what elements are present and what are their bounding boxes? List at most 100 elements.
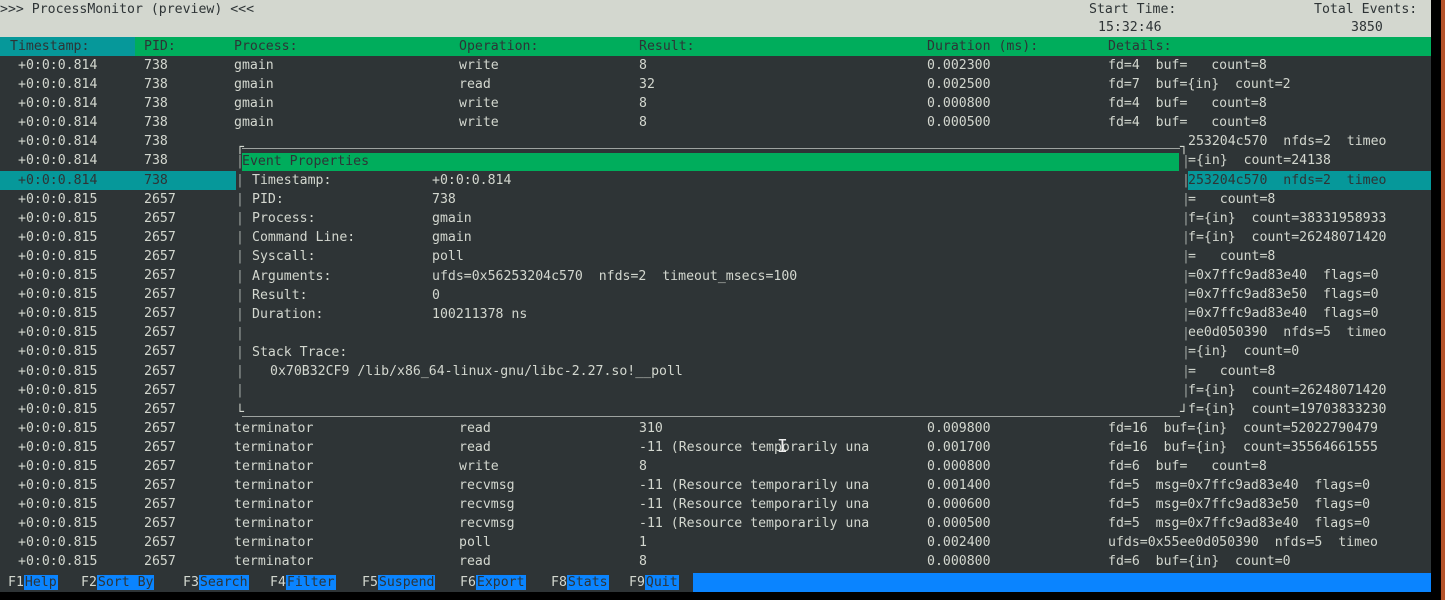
cell-details: 253204c570 nfds=2 timeo <box>1188 170 1431 190</box>
fkey-label: Help <box>23 575 58 590</box>
dialog-border-right: | <box>1182 192 1190 208</box>
cell-details: ee0d050390 nfds=5 timeo <box>1188 325 1387 341</box>
cell-pid: 2657 <box>144 210 176 226</box>
cell-operation: read <box>459 420 491 436</box>
table-row[interactable]: +0:0:0.815 2657 terminator recvmsg -11 (Reso… <box>0 476 1431 495</box>
dialog-line: | | Duration: 100211378 ns <box>236 305 1190 324</box>
fkey-search-button[interactable]: F3Search <box>183 573 249 592</box>
cell-duration: 0.000800 <box>927 554 991 570</box>
cell-pid: 2657 <box>144 325 176 341</box>
dialog-border-left: | <box>236 287 244 303</box>
cell-result: 1 <box>639 535 647 551</box>
dialog-title: Event Properties <box>242 153 1179 171</box>
fkey-code: F1 <box>8 575 24 590</box>
property-label: Timestamp: <box>252 173 332 188</box>
fkey-export-button[interactable]: F6Export <box>460 573 526 592</box>
cell-details: ={in} count=24138 <box>1188 153 1331 169</box>
column-header-details[interactable]: Details: <box>1108 37 1172 56</box>
table-row[interactable]: +0:0:0.815 2657 terminator read 310 0.009800 f… <box>0 419 1431 438</box>
cell-duration: 0.000800 <box>927 458 991 474</box>
property-label: Result: <box>252 287 308 303</box>
cell-details: =0x7ffc9ad83e40 flags=0 <box>1188 268 1379 284</box>
window-edge <box>1441 0 1445 600</box>
cell-details: fd=6 buf= count=8 <box>1108 458 1267 474</box>
cell-pid: 2657 <box>144 306 176 322</box>
cell-pid: 2657 <box>144 191 176 207</box>
dialog-line: | | Stack Trace: <box>236 343 1190 362</box>
table-row[interactable]: +0:0:0.815 2657 terminator recvmsg -11 (Reso… <box>0 514 1431 533</box>
column-header-pid[interactable]: PID: <box>144 37 176 56</box>
function-key-bar-fill <box>693 573 1431 592</box>
total-events-label: Total Events: <box>1314 2 1418 17</box>
column-header-result[interactable]: Result: <box>639 37 695 56</box>
cell-pid: 2657 <box>144 229 176 245</box>
cell-pid: 2657 <box>144 497 176 513</box>
column-header-timestamp[interactable]: Timestamp: <box>0 37 135 56</box>
property-value: poll <box>432 249 464 265</box>
dialog-border-left: | <box>236 192 244 208</box>
cell-details: f={in} count=26248071420 <box>1188 229 1387 245</box>
dialog-corner-br: ┘ <box>1180 405 1188 420</box>
table-row[interactable]: +0:0:0.815 2657 terminator recvmsg -11 (Reso… <box>0 495 1431 514</box>
table-row[interactable]: +0:0:0.814 738 gmain write 8 0.000500 fd=4 buf… <box>0 113 1431 132</box>
cell-operation: write <box>459 115 499 131</box>
column-header-process[interactable]: Process: <box>234 37 298 56</box>
fkey-label: Search <box>198 575 249 590</box>
fkey-code: F8 <box>551 575 567 590</box>
fkey-code: F4 <box>270 575 286 590</box>
cell-details: fd=5 msg=0x7ffc9ad83e40 flags=0 <box>1108 478 1371 494</box>
cell-details: fd=7 buf={in} count=2 <box>1108 77 1291 93</box>
fkey-label: Filter <box>285 575 336 590</box>
table-row[interactable]: +0:0:0.814 738 gmain read 32 0.002500 fd=7 buf… <box>0 75 1431 94</box>
dialog-border-right: | <box>1182 325 1190 341</box>
cell-details: = count=8 <box>1188 248 1276 264</box>
cell-details: = count=8 <box>1188 191 1276 207</box>
cell-timestamp: +0:0:0.815 <box>18 497 98 513</box>
dialog-line: | | PID: 738 <box>236 190 1190 209</box>
cell-pid: 2657 <box>144 458 176 474</box>
start-time-label: Start Time: <box>1089 2 1177 17</box>
cell-operation: recvmsg <box>459 497 515 513</box>
cell-details: fd=16 buf={in} count=35564661555 <box>1108 439 1378 455</box>
fkey-code: F6 <box>460 575 476 590</box>
table-row[interactable]: +0:0:0.815 2657 terminator read -11 (Resourc… <box>0 438 1431 457</box>
fkey-suspend-button[interactable]: F5Suspend <box>362 573 436 592</box>
fkey-help-button[interactable]: F1Help <box>8 573 58 592</box>
dialog-border-right: | <box>1182 211 1190 227</box>
fkey-sort-by-button[interactable]: F2Sort By <box>81 573 155 592</box>
cell-timestamp: +0:0:0.815 <box>18 363 98 379</box>
dialog-border-left: | <box>236 173 244 188</box>
property-label: Duration: <box>252 306 324 322</box>
fkey-stats-button[interactable]: F8Stats <box>551 573 609 592</box>
cell-process: terminator <box>234 554 314 570</box>
cell-details: f={in} count=26248071420 <box>1188 382 1387 398</box>
cell-operation: write <box>459 458 499 474</box>
dialog-corner-bl: └ <box>236 405 244 420</box>
cell-process: terminator <box>234 420 314 436</box>
table-row[interactable]: +0:0:0.815 2657 terminator poll 1 0.002400 ufd… <box>0 533 1431 552</box>
fkey-code: F3 <box>183 575 199 590</box>
stack-frame[interactable]: 0x70B32CF9 /lib/x86_64-linux-gnu/libc-2.… <box>270 362 683 381</box>
column-header-duration[interactable]: Duration (ms): <box>927 37 1038 56</box>
column-header-operation[interactable]: Operation: <box>459 37 538 56</box>
cell-details: fd=4 buf= count=8 <box>1108 115 1267 131</box>
dialog-border-left: | <box>236 344 244 360</box>
cell-pid: 2657 <box>144 535 176 551</box>
cell-result: 310 <box>639 420 663 436</box>
cell-pid: 2657 <box>144 287 176 303</box>
table-row[interactable]: +0:0:0.814 738 gmain write 8 0.002300 fd=4 buf… <box>0 56 1431 75</box>
fkey-quit-button[interactable]: F9Quit <box>629 573 679 592</box>
cell-details: fd=16 buf={in} count=52022790479 <box>1108 420 1378 436</box>
table-row[interactable]: +0:0:0.815 2657 terminator read 8 0.000800 fd=… <box>0 552 1431 571</box>
cell-process: terminator <box>234 516 314 532</box>
property-value: ufds=0x56253204c570 nfds=2 timeout_msecs… <box>432 268 798 284</box>
table-row[interactable]: +0:0:0.815 2657 terminator write 8 0.000800 fd… <box>0 457 1431 476</box>
table-row[interactable]: +0:0:0.814 738 gmain write 8 0.000800 fd=4 buf… <box>0 94 1431 113</box>
dialog-border-left: | <box>236 306 244 322</box>
cell-pid: 2657 <box>144 248 176 264</box>
cell-operation: recvmsg <box>459 516 515 532</box>
fkey-filter-button[interactable]: F4Filter <box>270 573 336 592</box>
dialog-line: | | <box>236 324 1190 343</box>
event-properties-dialog: ┌ ┐ └ ┘ | | Event Properties | | Timestamp:… <box>236 140 1190 420</box>
dialog-border-bottom <box>242 416 1180 417</box>
